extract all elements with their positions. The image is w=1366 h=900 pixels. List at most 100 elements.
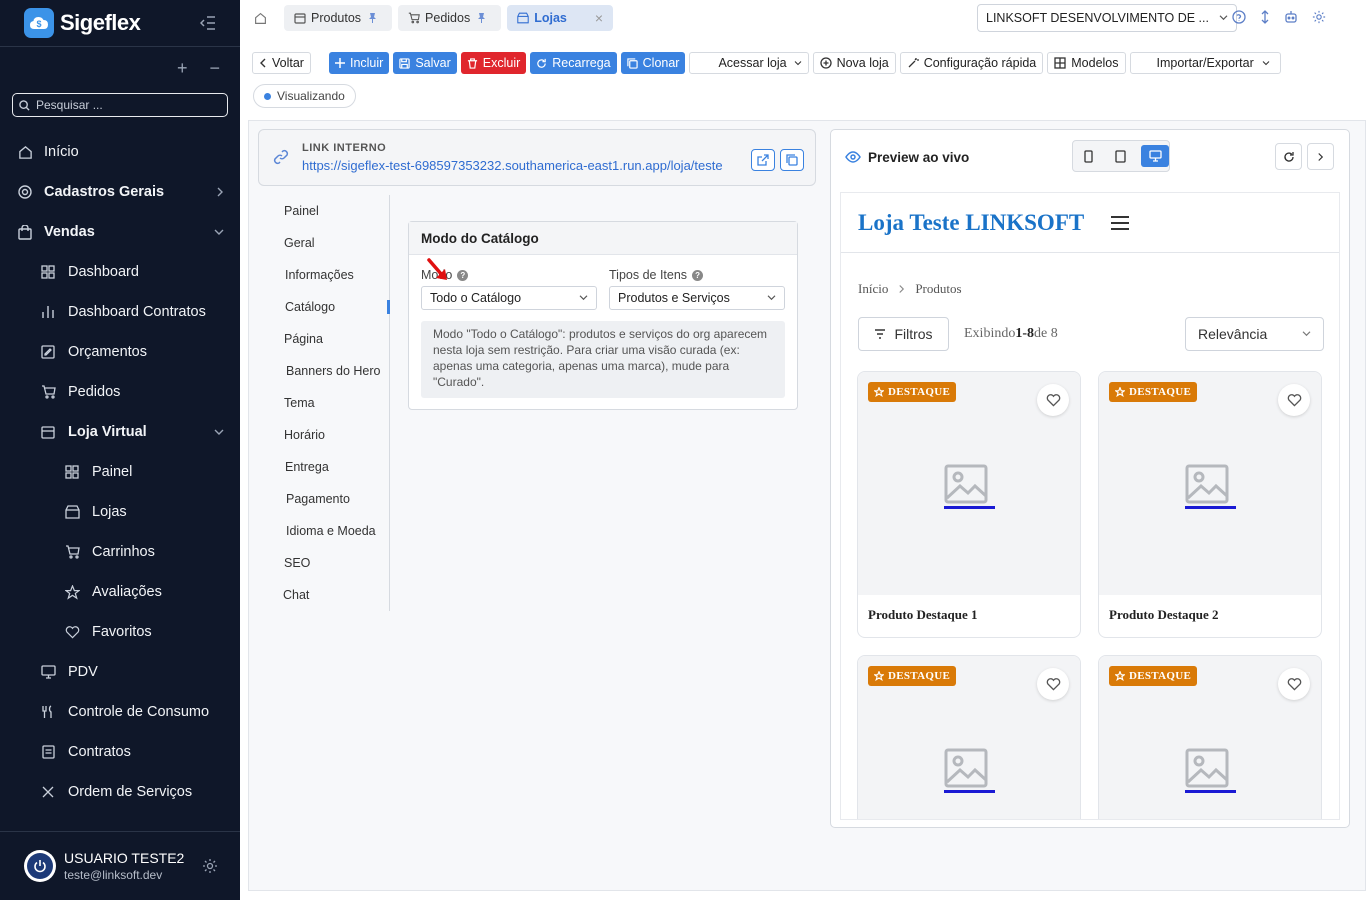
- collapse-sidebar-icon[interactable]: [200, 16, 216, 30]
- user-settings-icon[interactable]: [202, 858, 218, 874]
- subnav-chat[interactable]: Chat: [258, 579, 389, 611]
- subnav-geral[interactable]: Geral: [258, 227, 389, 259]
- subnav-horario[interactable]: Horário: [258, 419, 389, 451]
- next-button[interactable]: [1307, 143, 1334, 170]
- sidebar-item-pedidos[interactable]: Pedidos: [0, 372, 240, 412]
- pin-icon[interactable]: [368, 13, 382, 23]
- sidebar-item-inicio[interactable]: Início: [0, 132, 240, 172]
- subnav-catalogo[interactable]: Catálogo: [258, 291, 389, 323]
- close-icon[interactable]: ×: [595, 10, 603, 26]
- product-card[interactable]: DESTAQUE: [857, 655, 1081, 819]
- sort-vertical-icon[interactable]: [1260, 10, 1270, 24]
- reload-button[interactable]: Recarrega: [530, 52, 617, 74]
- favorite-button[interactable]: [1037, 384, 1069, 416]
- mobile-view-button[interactable]: [1078, 145, 1100, 167]
- subnav-idioma-moeda[interactable]: Idioma e Moeda: [258, 515, 389, 547]
- quick-config-button[interactable]: Configuração rápida: [899, 52, 1044, 74]
- item-types-select[interactable]: Produtos e Serviços: [609, 286, 785, 310]
- home-icon[interactable]: [254, 12, 278, 25]
- tab-label: Pedidos: [425, 11, 471, 25]
- pin-icon[interactable]: [477, 13, 491, 23]
- open-link-button[interactable]: [751, 149, 775, 171]
- company-select[interactable]: LINKSOFT DESENVOLVIMENTO DE ...: [977, 4, 1237, 32]
- copy-icon: [786, 154, 798, 166]
- sidebar-item-contratos[interactable]: Contratos: [0, 732, 240, 772]
- subnav-painel[interactable]: Painel: [258, 195, 389, 227]
- image-placeholder-icon: [944, 748, 988, 788]
- breadcrumb-home[interactable]: Início: [858, 281, 888, 297]
- product-card[interactable]: DESTAQUE: [1098, 655, 1322, 819]
- sidebar-item-ordem-servicos[interactable]: Ordem de Serviços: [0, 772, 240, 812]
- sidebar-item-carrinhos[interactable]: Carrinhos: [0, 532, 240, 572]
- subnav-informacoes[interactable]: Informações: [258, 259, 389, 291]
- tablet-view-button[interactable]: [1110, 145, 1132, 167]
- subnav-pagamento[interactable]: Pagamento: [258, 483, 389, 515]
- new-store-button[interactable]: Nova loja: [812, 52, 896, 74]
- save-button[interactable]: Salvar: [393, 52, 457, 74]
- sidebar-item-avaliacoes[interactable]: Avaliações: [0, 572, 240, 612]
- star-icon: [1115, 671, 1125, 681]
- sidebar-item-label: PDV: [68, 664, 98, 680]
- chevron-down-icon: [767, 294, 776, 301]
- internal-link-url[interactable]: https://sigeflex-test-698597353232.south…: [302, 158, 723, 173]
- help-icon[interactable]: [1232, 10, 1246, 24]
- copy-link-button[interactable]: [780, 149, 804, 171]
- sort-select[interactable]: Relevância: [1185, 317, 1324, 351]
- favorite-button[interactable]: [1278, 384, 1310, 416]
- subnav-entrega[interactable]: Entrega: [258, 451, 389, 483]
- sidebar-item-loja-virtual[interactable]: Loja Virtual: [0, 412, 240, 452]
- filters-button[interactable]: Filtros: [858, 317, 949, 351]
- import-export-dropdown[interactable]: Importar/Exportar: [1129, 52, 1281, 74]
- sidebar-item-controle-consumo[interactable]: Controle de Consumo: [0, 692, 240, 732]
- sidebar-item-dashboard-contratos[interactable]: Dashboard Contratos: [0, 292, 240, 332]
- sidebar-item-favoritos[interactable]: Favoritos: [0, 612, 240, 652]
- add-button[interactable]: Incluir: [328, 52, 390, 74]
- mode-select[interactable]: Todo o Catálogo: [421, 286, 597, 310]
- tab-pedidos[interactable]: Pedidos: [398, 5, 502, 31]
- product-name: Produto Destaque 1: [868, 607, 978, 622]
- sidebar-item-pdv[interactable]: PDV: [0, 652, 240, 692]
- product-card[interactable]: DESTAQUE Produto Destaque 2: [1098, 371, 1322, 638]
- sidebar-item-vendas[interactable]: Vendas: [0, 212, 240, 252]
- chevron-right-icon: [899, 285, 905, 293]
- product-name: Produto Destaque 2: [1109, 607, 1219, 622]
- sidebar-item-cadastros-gerais[interactable]: Cadastros Gerais: [0, 172, 240, 212]
- search-input[interactable]: Pesquisar ...: [12, 93, 228, 117]
- robot-icon[interactable]: [1284, 10, 1298, 24]
- sidebar-item-orcamentos[interactable]: Orçamentos: [0, 332, 240, 372]
- tab-produtos[interactable]: Produtos: [284, 5, 393, 31]
- subnav-pagina[interactable]: Página: [258, 323, 389, 355]
- sidebar-item-lojas[interactable]: Lojas: [0, 492, 240, 532]
- sidebar-item-label: Avaliações: [92, 584, 162, 600]
- external-link-icon: [757, 154, 769, 166]
- product-card[interactable]: DESTAQUE Produto Destaque 1: [857, 371, 1081, 638]
- user-profile[interactable]: USUARIO TESTE2 teste@linksoft.dev: [0, 831, 240, 900]
- desktop-view-button[interactable]: [1141, 145, 1169, 167]
- settings-icon[interactable]: [1312, 10, 1326, 24]
- store-name[interactable]: Loja Teste LINKSOFT: [858, 210, 1084, 236]
- image-placeholder-underline: [944, 506, 995, 509]
- expand-all-icon[interactable]: +: [177, 58, 188, 79]
- favorite-button[interactable]: [1037, 668, 1069, 700]
- subnav-seo[interactable]: SEO: [258, 547, 389, 579]
- sidebar-item-label: Orçamentos: [68, 344, 147, 360]
- favorite-button[interactable]: [1278, 668, 1310, 700]
- tab-lojas[interactable]: Lojas ×: [507, 5, 614, 31]
- back-button[interactable]: Voltar: [252, 52, 311, 74]
- access-store-dropdown[interactable]: Acessar loja: [689, 52, 809, 74]
- chevron-right-icon: [216, 187, 224, 197]
- question-icon[interactable]: ?: [457, 269, 469, 281]
- subnav-banners-hero[interactable]: Banners do Hero: [258, 355, 389, 387]
- models-button[interactable]: Modelos: [1047, 52, 1126, 74]
- refresh-preview-button[interactable]: [1275, 143, 1302, 170]
- subnav-tema[interactable]: Tema: [258, 387, 389, 419]
- question-icon[interactable]: ?: [692, 269, 704, 281]
- collapse-all-icon[interactable]: −: [209, 58, 220, 79]
- utensils-icon: [39, 703, 57, 721]
- sidebar-item-label: Lojas: [92, 504, 127, 520]
- delete-button[interactable]: Excluir: [460, 52, 527, 74]
- sidebar-item-dashboard[interactable]: Dashboard: [0, 252, 240, 292]
- sidebar-item-painel[interactable]: Painel: [0, 452, 240, 492]
- menu-icon[interactable]: [1110, 215, 1130, 231]
- clone-button[interactable]: Clonar: [620, 52, 686, 74]
